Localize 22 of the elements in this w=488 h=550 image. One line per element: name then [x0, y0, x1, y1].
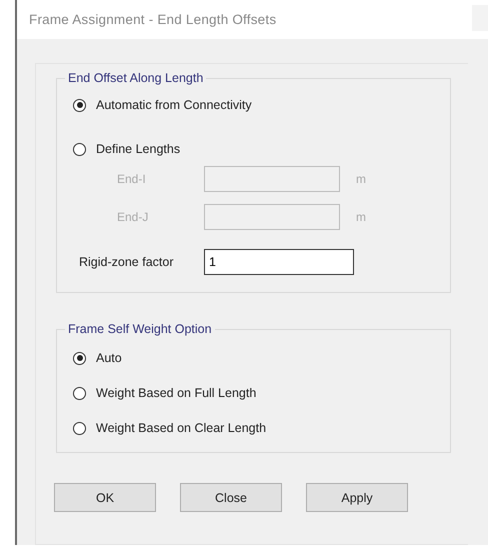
- radio-label: Define Lengths: [96, 142, 180, 156]
- dialog-button[interactable]: OK: [54, 483, 156, 512]
- radio-label: Weight Based on Clear Length: [96, 421, 266, 435]
- input-field[interactable]: 1: [204, 249, 354, 275]
- group-title: Frame Self Weight Option: [65, 322, 215, 336]
- radio-button[interactable]: [73, 142, 86, 156]
- radio-button[interactable]: [73, 422, 86, 434]
- radio-label: Weight Based on Full Length: [96, 386, 256, 400]
- field-label: End-I: [116, 172, 147, 186]
- unit-label: m: [356, 210, 366, 224]
- radio-label: Auto: [96, 351, 122, 365]
- window-title: Frame Assignment - End Length Offsets: [29, 12, 276, 27]
- radio-label: Automatic from Connectivity: [96, 98, 252, 112]
- field-label: End-J: [116, 210, 150, 224]
- radio-button[interactable]: [73, 352, 86, 364]
- unit-label: m: [356, 172, 366, 186]
- radio-button[interactable]: [73, 386, 86, 400]
- field-label: Rigid-zone factor: [78, 255, 174, 269]
- radio-button[interactable]: [73, 98, 86, 112]
- group-title: End Offset Along Length: [65, 71, 206, 85]
- dialog-button[interactable]: Close: [180, 483, 282, 512]
- dialog-button[interactable]: Apply: [306, 483, 408, 512]
